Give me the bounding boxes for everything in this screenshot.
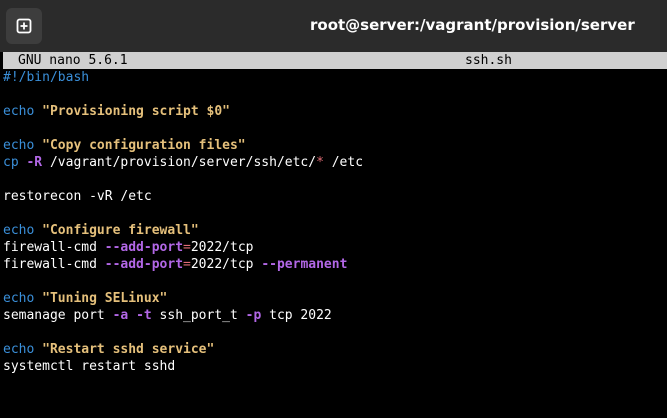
new-tab-button[interactable] <box>6 8 42 44</box>
argument: 2022/tcp <box>190 240 254 255</box>
argument: ssh_port_t <box>151 308 246 323</box>
code-line-5: echo "Copy configuration files" <box>3 137 363 154</box>
command: semanage port <box>3 308 113 323</box>
code-line-12: firewall-cmd --add-port=2022/tcp --perma… <box>3 256 363 273</box>
argument: /etc <box>323 155 364 170</box>
code-line-6: cp -R /vagrant/provision/server/ssh/etc/… <box>3 154 363 171</box>
command: firewall-cmd <box>3 257 105 272</box>
command: cp <box>3 155 19 170</box>
string-literal: "Configure firewall" <box>42 223 199 238</box>
code-line-15: semanage port -a -t ssh_port_t -p tcp 20… <box>3 307 363 324</box>
command-text: restorecon -vR /etc <box>3 189 152 204</box>
string-literal: "Tuning SELinux" <box>42 291 168 306</box>
command-text: systemctl restart sshd <box>3 359 176 374</box>
echo-keyword: echo <box>3 223 35 238</box>
argument: tcp 2022 <box>261 308 332 323</box>
code-line-17: echo "Restart sshd service" <box>3 341 363 358</box>
assign-operator: = <box>183 240 191 255</box>
flag: -R <box>26 155 43 170</box>
code-line-10: echo "Configure firewall" <box>3 222 363 239</box>
flag: -p <box>245 308 262 323</box>
nano-version: GNU nano 5.6.1 <box>18 53 128 68</box>
flag: -a <box>112 308 129 323</box>
echo-keyword: echo <box>3 291 35 306</box>
glob-operator: * <box>316 155 324 170</box>
command: firewall-cmd <box>3 240 105 255</box>
string-literal: "Restart sshd service" <box>42 342 215 357</box>
argument: /vagrant/provision/server/ssh/etc/ <box>42 155 317 170</box>
shebang: #!/bin/bash <box>3 70 90 85</box>
assign-operator: = <box>183 257 191 272</box>
window-title: root@server:/vagrant/provision/server <box>310 16 635 34</box>
string-literal: "Provisioning script $0" <box>42 104 230 119</box>
code-line-8: restorecon -vR /etc <box>3 188 363 205</box>
code-line-11: firewall-cmd --add-port=2022/tcp <box>3 239 363 256</box>
string-literal: "Copy configuration files" <box>42 138 246 153</box>
argument: 2022/tcp <box>190 257 262 272</box>
title-bar: root@server:/vagrant/provision/server <box>0 0 667 52</box>
flag: --permanent <box>261 257 348 272</box>
flag: --add-port <box>104 257 184 272</box>
nano-filename: ssh.sh <box>465 53 512 68</box>
flag: -t <box>136 308 152 323</box>
code-line-18: systemctl restart sshd <box>3 358 363 375</box>
nano-title-bar: GNU nano 5.6.1 ssh.sh <box>3 52 667 69</box>
echo-keyword: echo <box>3 138 35 153</box>
echo-keyword: echo <box>3 104 35 119</box>
editor-buffer[interactable]: #!/bin/bash echo "Provisioning script $0… <box>3 69 363 375</box>
code-line-14: echo "Tuning SELinux" <box>3 290 363 307</box>
code-line-3: echo "Provisioning script $0" <box>3 103 363 120</box>
code-line-1: #!/bin/bash <box>3 69 363 86</box>
flag: --add-port <box>104 240 184 255</box>
terminal-area[interactable]: GNU nano 5.6.1 ssh.sh #!/bin/bash echo "… <box>0 52 667 418</box>
new-tab-icon <box>16 18 32 34</box>
echo-keyword: echo <box>3 342 35 357</box>
